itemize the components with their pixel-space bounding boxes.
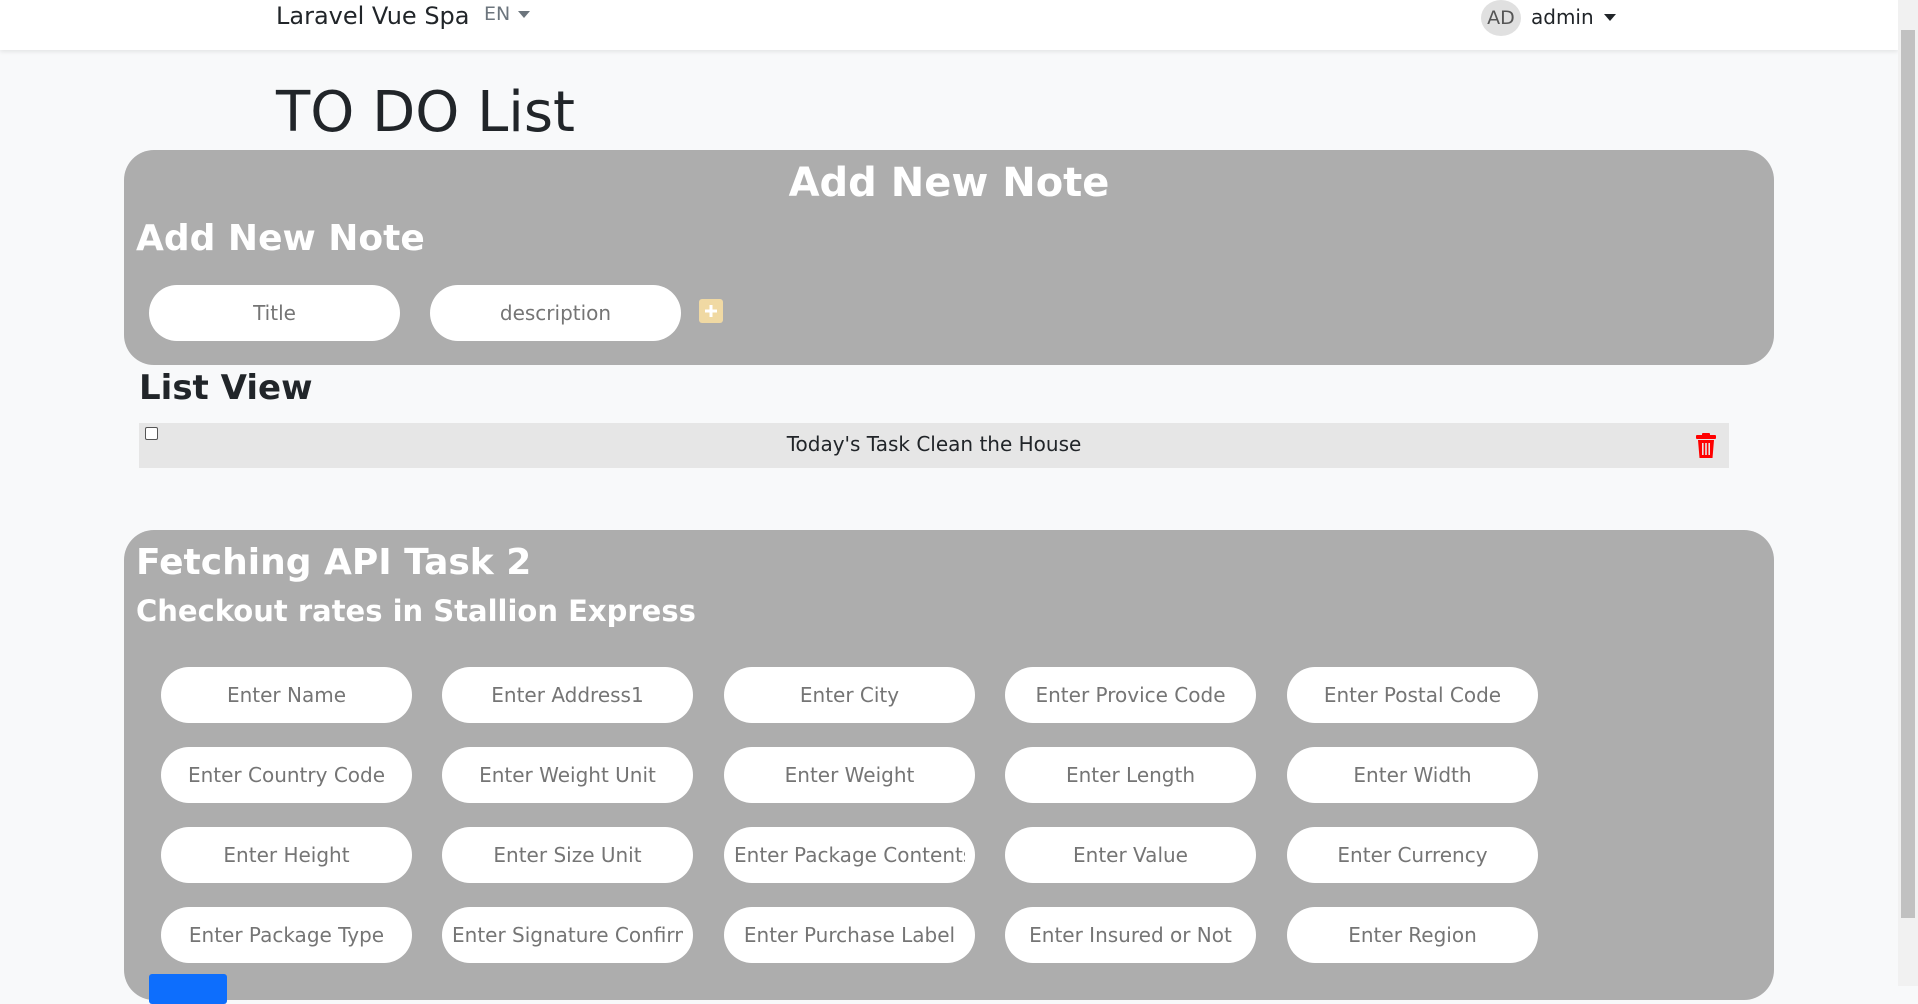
scrollbar[interactable] xyxy=(1898,0,1918,986)
width-input[interactable] xyxy=(1287,747,1538,803)
language-label: EN xyxy=(484,3,511,25)
api-task-heading: Fetching API Task 2 xyxy=(136,542,532,583)
api-task-subheading: Checkout rates in Stallion Express xyxy=(136,594,696,628)
chevron-down-icon xyxy=(518,10,531,18)
region-input[interactable] xyxy=(1287,907,1538,963)
description-input[interactable] xyxy=(430,285,681,341)
name-input[interactable] xyxy=(161,667,412,723)
country-code-input[interactable] xyxy=(161,747,412,803)
add-note-card: Add New Note Add New Note xyxy=(124,150,1774,365)
size-unit-input[interactable] xyxy=(442,827,693,883)
top-navbar: Laravel Vue Spa EN AD admin xyxy=(0,0,1898,50)
chevron-down-icon xyxy=(1603,13,1616,21)
username-label: admin xyxy=(1531,5,1594,29)
height-input[interactable] xyxy=(161,827,412,883)
signature-confirmation-input[interactable] xyxy=(442,907,693,963)
province-code-input[interactable] xyxy=(1005,667,1256,723)
address1-input[interactable] xyxy=(442,667,693,723)
scrollbar-thumb[interactable] xyxy=(1901,30,1915,918)
add-note-subheading: Add New Note xyxy=(136,218,425,259)
user-dropdown[interactable]: admin xyxy=(1531,5,1616,29)
add-note-heading: Add New Note xyxy=(788,160,1110,206)
submit-button[interactable] xyxy=(149,974,227,1004)
currency-input[interactable] xyxy=(1287,827,1538,883)
language-dropdown[interactable]: EN xyxy=(484,3,531,25)
package-type-input[interactable] xyxy=(161,907,412,963)
page-title: TO DO List xyxy=(276,80,575,145)
insured-input[interactable] xyxy=(1005,907,1256,963)
purchase-label-input[interactable] xyxy=(724,907,975,963)
city-input[interactable] xyxy=(724,667,975,723)
user-menu[interactable]: AD admin xyxy=(1481,0,1616,36)
package-contents-input[interactable] xyxy=(724,827,975,883)
brand-link[interactable]: Laravel Vue Spa xyxy=(276,2,470,30)
task-list-item: Today's Task Clean the House xyxy=(139,423,1729,468)
weight-input[interactable] xyxy=(724,747,975,803)
api-task-card: Fetching API Task 2 Checkout rates in St… xyxy=(124,530,1774,1004)
title-input[interactable] xyxy=(149,285,400,341)
list-view-heading: List View xyxy=(139,368,313,408)
postal-code-input[interactable] xyxy=(1287,667,1538,723)
length-input[interactable] xyxy=(1005,747,1256,803)
weight-unit-input[interactable] xyxy=(442,747,693,803)
trash-icon[interactable] xyxy=(1695,433,1717,459)
task-text: Today's Task Clean the House xyxy=(786,432,1082,456)
value-input[interactable] xyxy=(1005,827,1256,883)
avatar: AD xyxy=(1481,0,1521,36)
plus-square-icon[interactable] xyxy=(699,299,723,323)
